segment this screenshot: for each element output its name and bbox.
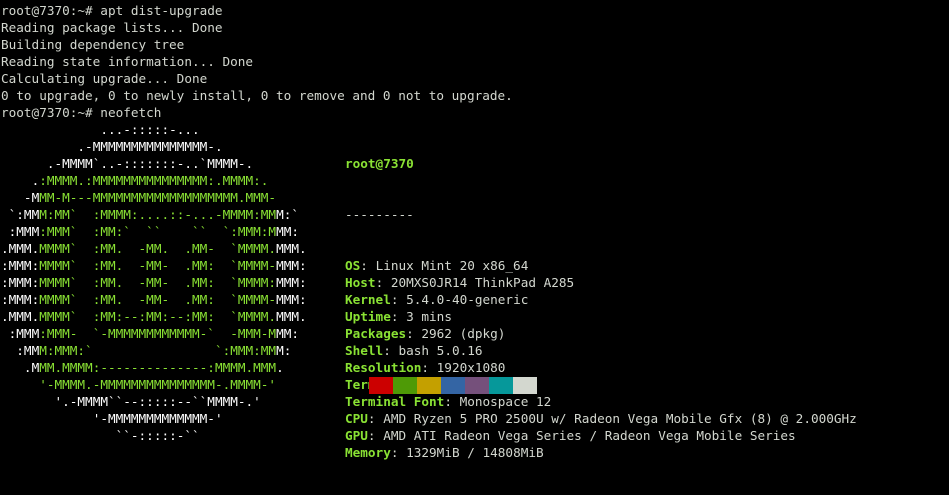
logo-line: :MMM:MMM:` `:MMM:MMM: bbox=[16, 343, 292, 358]
prompt-neofetch: root@7370:~# neofetch bbox=[1, 105, 162, 120]
info-key: CPU bbox=[345, 411, 368, 426]
output-line: Reading state information... Done bbox=[1, 54, 254, 69]
info-value: AMD ATI Radeon Vega Series / Radeon Vega… bbox=[383, 428, 796, 443]
output-line: Building dependency tree bbox=[1, 37, 185, 52]
logo-line: .-MMMMMMMMMMMMMMM-. bbox=[77, 139, 223, 154]
palette-swatch bbox=[417, 377, 441, 394]
info-row-cpu: CPU: AMD Ryzen 5 PRO 2500U w/ Radeon Veg… bbox=[345, 410, 857, 427]
info-value: 2962 (dpkg) bbox=[421, 326, 506, 341]
info-colon: : bbox=[390, 292, 407, 307]
info-colon: : bbox=[390, 309, 407, 324]
info-colon: : bbox=[375, 275, 391, 290]
logo-line: :MMM:MMM- `-MMMMMMMMMMMM-` -MMM-MMM: bbox=[8, 326, 299, 341]
logo-line: .:MMMM.:MMMMMMMMMMMMMMM:.MMMM:. bbox=[31, 173, 269, 188]
logo-line: :MMM:MMMM` :MM. -MM- .MM: `MMMM-MMM: bbox=[1, 292, 307, 307]
mint-ascii-logo: ...-:::::-... .-MMMMMMMMMMMMMMM-. .-MMMM… bbox=[1, 121, 307, 444]
logo-line: :MMM:MMM` :MM:` `` `` `:MMM:MMM: bbox=[8, 224, 299, 239]
info-colon: : bbox=[367, 428, 384, 443]
palette-swatch bbox=[441, 377, 465, 394]
info-value: 1329MiB / 14808MiB bbox=[406, 445, 544, 460]
output-line: Reading package lists... Done bbox=[1, 20, 223, 35]
info-colon: : bbox=[390, 445, 407, 460]
info-value: AMD Ryzen 5 PRO 2500U w/ Radeon Vega Mob… bbox=[383, 411, 857, 426]
output-line: Calculating upgrade... Done bbox=[1, 71, 208, 86]
palette-swatch bbox=[513, 377, 537, 394]
user-host-header: root@7370 bbox=[345, 156, 414, 171]
color-palette bbox=[369, 377, 537, 394]
palette-swatch bbox=[465, 377, 489, 394]
info-colon: : bbox=[406, 326, 422, 341]
info-key: Uptime bbox=[345, 309, 391, 324]
logo-line: `:MMM:MM` :MMMM:....::-...-MMMM:MMM:` bbox=[8, 207, 299, 222]
info-key: Host bbox=[345, 275, 376, 290]
info-row-gpu: GPU: AMD ATI Radeon Vega Series / Radeon… bbox=[345, 427, 857, 444]
neofetch-info: root@7370 --------- OS: Linux Mint 20 x8… bbox=[345, 121, 857, 495]
info-row-memory: Memory: 1329MiB / 14808MiB bbox=[345, 444, 857, 461]
info-colon: : bbox=[360, 258, 376, 273]
info-key: Shell bbox=[345, 343, 384, 358]
info-row-host: Host: 20MXS0JR14 ThinkPad A285 bbox=[345, 274, 857, 291]
logo-line: :MMM:MMMM` :MM. -MM- .MM: `MMMM:MMM: bbox=[1, 275, 307, 290]
prompt-apt-dist-upgrade: root@7370:~# apt dist-upgrade bbox=[1, 3, 223, 18]
logo-line: .MMM.MMMM` :MM:--:MM:--:MM: `MMMM.MMM. bbox=[1, 309, 307, 324]
logo-line: ``-:::::-`` bbox=[115, 428, 200, 443]
logo-line: '-MMMM.-MMMMMMMMMMMMMMM-.MMMM-' bbox=[39, 377, 277, 392]
info-row-packages: Packages: 2962 (dpkg) bbox=[345, 325, 857, 342]
info-value: 20MXS0JR14 ThinkPad A285 bbox=[390, 275, 575, 290]
info-row-resolution: Resolution: 1920x1080 bbox=[345, 359, 857, 376]
info-colon: : bbox=[444, 394, 460, 409]
info-key: GPU bbox=[345, 428, 368, 443]
info-key: OS bbox=[345, 258, 361, 273]
output-line: 0 to upgrade, 0 to newly install, 0 to r… bbox=[1, 88, 513, 103]
info-key: Memory bbox=[345, 445, 391, 460]
info-key: Kernel bbox=[345, 292, 391, 307]
logo-line: '-MMMMMMMMMMMMM-' bbox=[92, 411, 223, 426]
logo-line: '.-MMMM``--:::::--``MMMM-.' bbox=[54, 394, 261, 409]
info-value: Linux Mint 20 x86_64 bbox=[375, 258, 529, 273]
info-value: 5.4.0-40-generic bbox=[406, 292, 529, 307]
info-colon: : bbox=[367, 411, 384, 426]
info-row-terminal-font: Terminal Font: Monospace 12 bbox=[345, 393, 857, 410]
logo-line: .-MMMM`..-:::::::-..`MMMM-. bbox=[46, 156, 254, 171]
info-value: bash 5.0.16 bbox=[398, 343, 483, 358]
logo-line: -MMM-M---MMMMMMMMMMMMMMMMMMM.MMM- bbox=[23, 190, 277, 205]
info-key: Terminal Font bbox=[345, 394, 445, 409]
palette-swatch bbox=[489, 377, 513, 394]
logo-line: ...-:::::-... bbox=[100, 122, 200, 137]
terminal-window[interactable]: root@7370:~# apt dist-upgrade Reading pa… bbox=[0, 0, 949, 460]
info-colon: : bbox=[383, 343, 399, 358]
info-row-os: OS: Linux Mint 20 x86_64 bbox=[345, 257, 857, 274]
info-row-kernel: Kernel: 5.4.0-40-generic bbox=[345, 291, 857, 308]
info-value: 3 mins bbox=[406, 309, 452, 324]
info-row-shell: Shell: bash 5.0.16 bbox=[345, 342, 857, 359]
info-key: Resolution bbox=[345, 360, 422, 375]
logo-line: :MMM:MMMM` :MM. -MM- .MM: `MMMM-MMM: bbox=[1, 258, 307, 273]
info-value: Monospace 12 bbox=[459, 394, 552, 409]
info-value: 1920x1080 bbox=[436, 360, 506, 375]
palette-swatch bbox=[369, 377, 393, 394]
info-key: Packages bbox=[345, 326, 407, 341]
info-colon: : bbox=[421, 360, 437, 375]
palette-swatch bbox=[393, 377, 417, 394]
logo-line: .MMM.MMMM` :MM. -MM. .MM- `MMMM.MMM. bbox=[1, 241, 307, 256]
info-row-uptime: Uptime: 3 mins bbox=[345, 308, 857, 325]
header-separator: --------- bbox=[345, 207, 414, 222]
logo-line: .MMM.MMMM:--------------:MMMM.MMM. bbox=[23, 360, 284, 375]
